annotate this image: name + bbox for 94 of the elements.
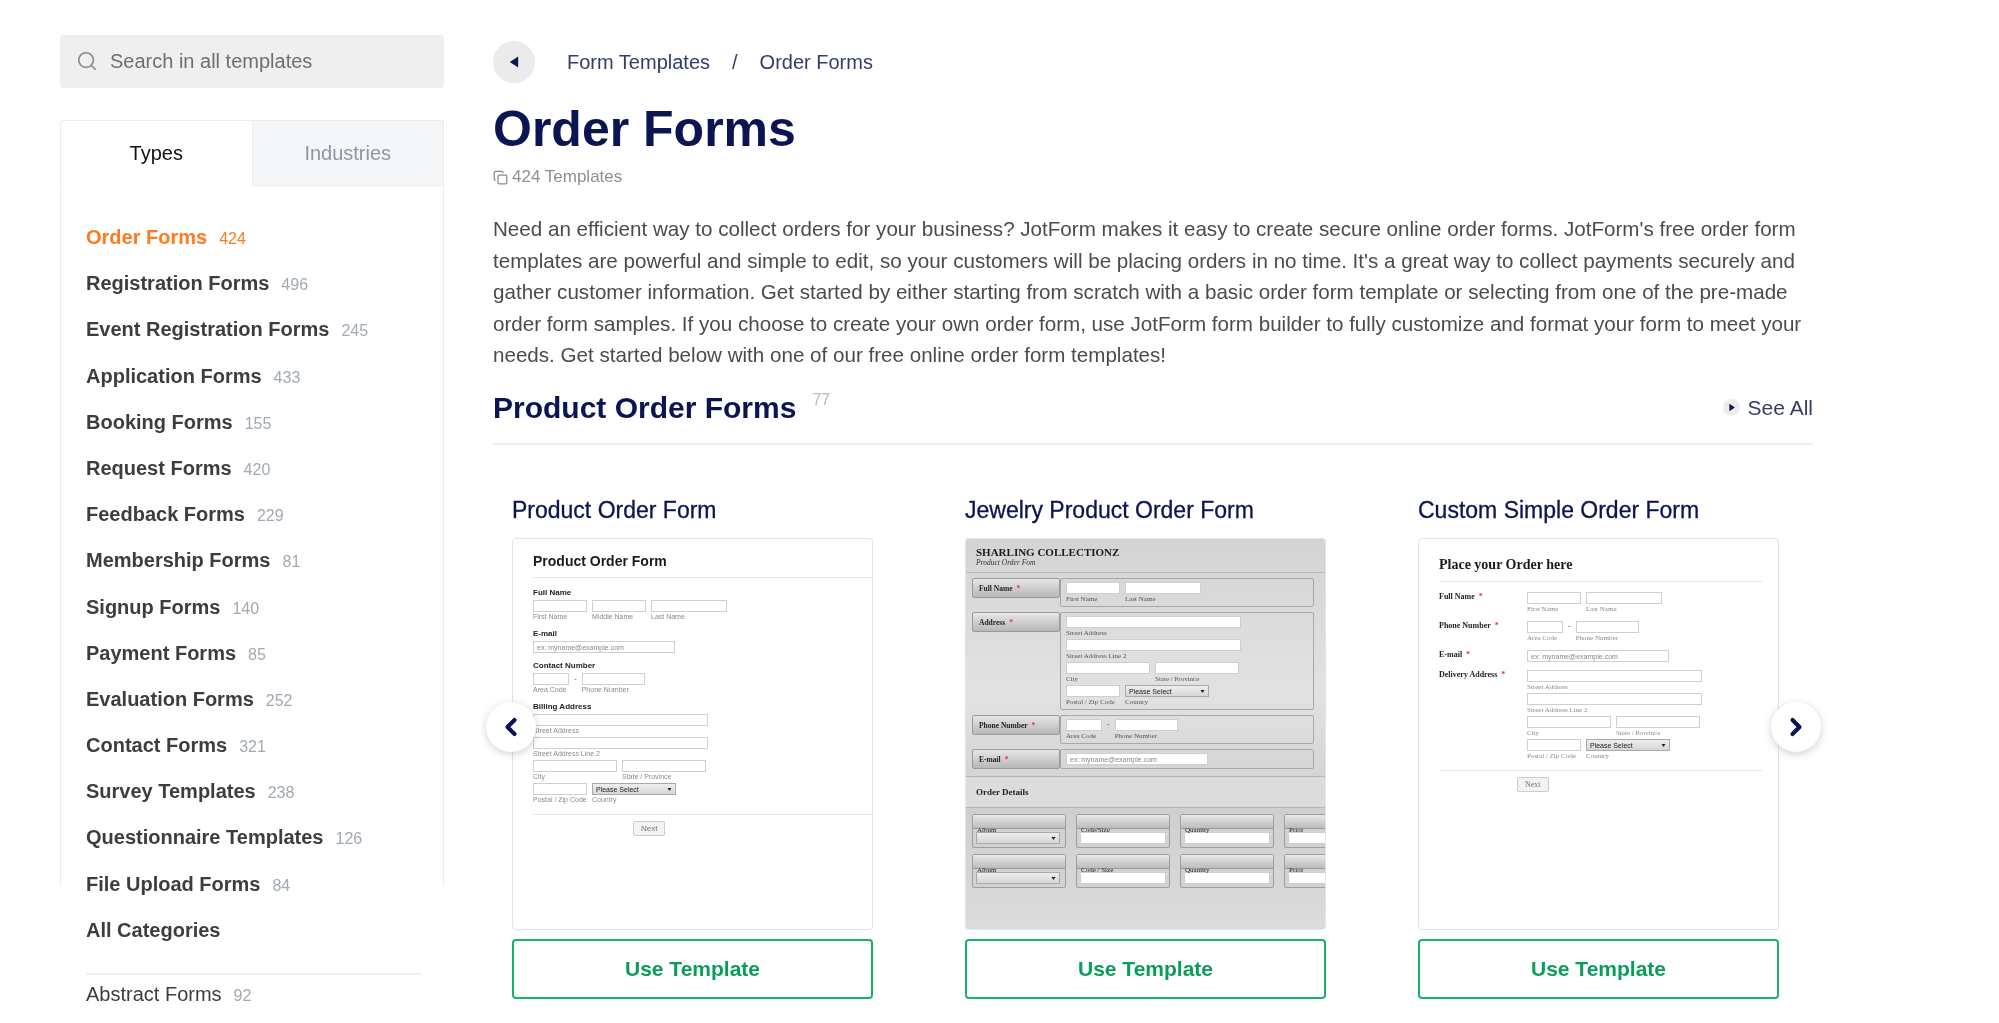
use-template-button[interactable]: Use Template — [1418, 938, 1779, 999]
category-link[interactable]: Payment Forms 85 — [86, 641, 444, 688]
text-field[interactable] — [1066, 684, 1120, 697]
category-link[interactable]: Request Forms 420 — [86, 456, 444, 504]
text-field[interactable] — [1527, 738, 1581, 751]
dash-separator: - — [1107, 718, 1110, 729]
text-field[interactable] — [1586, 591, 1662, 604]
section-count: 77 — [812, 390, 831, 409]
text-field[interactable] — [1527, 715, 1611, 728]
category-tab[interactable]: Types — [60, 120, 253, 186]
select-field[interactable] — [976, 831, 1060, 844]
text-field[interactable] — [1125, 581, 1201, 594]
text-field[interactable] — [592, 599, 646, 612]
breadcrumb-separator: / — [732, 50, 738, 74]
text-field[interactable] — [533, 713, 708, 726]
field-label: E-mail — [533, 628, 558, 638]
text-field[interactable] — [1155, 661, 1239, 674]
page-title: Order Forms — [493, 102, 797, 157]
text-field[interactable] — [1527, 692, 1702, 705]
template-count: 424 Templates — [512, 167, 623, 187]
next-button[interactable]: Next — [1517, 776, 1549, 792]
category-link[interactable]: Application Forms 433 — [86, 364, 444, 411]
category-link[interactable]: Membership Forms 81 — [86, 549, 444, 596]
text-field[interactable] — [1080, 871, 1166, 884]
category-link[interactable]: Abstract Forms 92 — [86, 983, 444, 1023]
field-label: Full Name — [533, 587, 573, 597]
category-link[interactable]: Evaluation Forms 252 — [86, 687, 444, 735]
breadcrumb-link[interactable]: Form Templates — [567, 50, 710, 74]
section-title: Product Order Forms — [493, 390, 797, 425]
see-all-link[interactable]: See All — [1722, 395, 1813, 420]
text-field[interactable] — [1575, 620, 1639, 633]
caret-icon — [667, 786, 672, 792]
breadcrumb-link[interactable]: Order Forms — [759, 50, 873, 74]
text-field[interactable] — [1066, 581, 1120, 594]
text-field[interactable] — [1066, 718, 1102, 731]
field-label: Full Name * — [1439, 591, 1484, 603]
text-field[interactable] — [622, 759, 706, 772]
text-field[interactable] — [651, 599, 727, 612]
play-icon — [1722, 399, 1740, 416]
text-field[interactable] — [533, 736, 708, 749]
template-title[interactable]: Jewelry Product Order Form — [965, 496, 1326, 524]
text-field[interactable] — [1184, 871, 1270, 884]
section-heading: Order Details — [966, 775, 1325, 808]
category-link[interactable]: Survey Templates 238 — [86, 780, 444, 827]
template-title[interactable]: Product Order Form — [512, 496, 873, 524]
back-button[interactable] — [493, 41, 535, 83]
caret-icon — [1661, 742, 1666, 748]
text-field[interactable] — [1114, 718, 1178, 731]
field-label: Billing Address — [533, 701, 593, 711]
template-title[interactable]: Custom Simple Order Form — [1418, 496, 1779, 524]
category-link[interactable]: Contact Forms 321 — [86, 734, 444, 781]
text-field[interactable] — [1080, 831, 1166, 844]
text-field[interactable] — [1527, 620, 1563, 633]
text-field[interactable] — [1066, 661, 1150, 674]
form-title: Product Order Form — [533, 552, 872, 578]
text-field[interactable] — [1066, 615, 1241, 628]
form-title: Place your Order here — [1439, 556, 1762, 582]
category-link[interactable]: All Categories — [86, 918, 444, 965]
text-field[interactable] — [581, 672, 645, 685]
caret-icon — [1051, 835, 1056, 841]
dash-separator: - — [574, 672, 577, 683]
category-link[interactable]: Event Registration Forms 245 — [86, 318, 444, 365]
field-label: Delivery Address * — [1439, 669, 1507, 681]
category-link[interactable]: Feedback Forms 229 — [86, 503, 444, 550]
description: Need an efficient way to collect orders for your business? JotForm makes it easy to create secure online order forms. JotForm's free order form templates are powerful and simple to edit, so your customers will be placing orders in no time. It's a great way to collect payments securely and gather customer information. Get started by either starting from scratch with a basic order form template or selecting from one of the pre-made order form samples. If you choose to create your own order form, use JotForm form builder to fully customize and format your form to meet your needs. Get started below with one of our free online order form templates! — [493, 216, 1803, 368]
select-field[interactable] — [976, 871, 1060, 884]
text-field[interactable] — [1066, 638, 1241, 651]
caret-icon — [1200, 688, 1205, 694]
caret-icon — [1051, 875, 1056, 881]
category-link[interactable]: Registration Forms 496 — [86, 272, 444, 319]
category-link[interactable]: Signup Forms 140 — [86, 595, 444, 642]
category-link[interactable]: File Upload Forms 84 — [86, 872, 444, 919]
text-field[interactable] — [1184, 831, 1270, 844]
text-field[interactable] — [1527, 591, 1581, 604]
field-label: E-mail * — [1439, 649, 1472, 661]
text-field[interactable] — [1527, 669, 1702, 682]
text-field[interactable] — [533, 782, 587, 795]
use-template-button[interactable]: Use Template — [965, 938, 1326, 999]
next-button[interactable] — [1771, 701, 1821, 752]
field-label: Phone Number * — [1439, 620, 1500, 632]
use-template-button[interactable]: Use Template — [512, 938, 873, 999]
copy-icon — [493, 169, 508, 185]
text-field[interactable] — [533, 759, 617, 772]
category-link[interactable]: Questionnaire Templates 126 — [86, 826, 444, 873]
text-field[interactable] — [533, 672, 569, 685]
text-field[interactable] — [1616, 715, 1700, 728]
search-icon — [76, 50, 98, 72]
form-title: SHARLING COLLECTIONZ — [976, 545, 1121, 558]
dash-separator: - — [1568, 620, 1571, 631]
category-link[interactable]: Booking Forms 155 — [86, 410, 444, 457]
field-label: Contact Number — [533, 660, 597, 670]
next-button[interactable]: Next — [633, 820, 666, 836]
search-field[interactable]: Search in all templates — [60, 35, 444, 88]
text-field[interactable] — [533, 599, 587, 612]
